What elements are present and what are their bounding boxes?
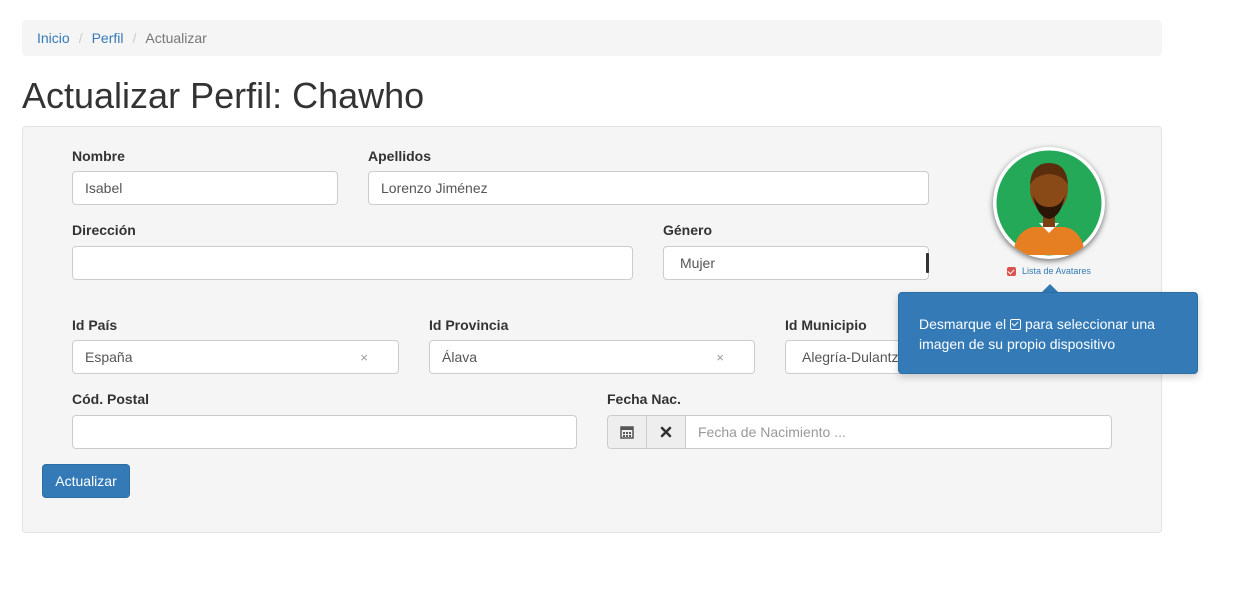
pais-clear-icon[interactable]: × [360, 350, 368, 365]
remove-icon [660, 426, 672, 438]
apellidos-label: Apellidos [368, 148, 432, 164]
pais-select[interactable]: España × [72, 340, 399, 374]
nombre-input[interactable]: Isabel [72, 171, 338, 205]
page-title: Actualizar Perfil: Chawho [22, 75, 425, 116]
avatar-help-popover: Desmarque el para seleccionar una imagen… [898, 292, 1198, 374]
avatar-list-label: Lista de Avatares [1022, 266, 1091, 276]
breadcrumb-link-perfil[interactable]: Perfil [92, 30, 124, 46]
nombre-label: Nombre [72, 148, 125, 164]
postal-input[interactable] [72, 415, 577, 449]
avatar-list-toggle[interactable]: Lista de Avatares [1007, 266, 1091, 276]
fecha-label: Fecha Nac. [607, 391, 681, 407]
provincia-label: Id Provincia [429, 317, 509, 333]
select-caret-icon [926, 253, 929, 273]
nombre-value: Isabel [85, 180, 123, 196]
breadcrumb: Inicio / Perfil / Actualizar [22, 20, 1162, 56]
apellidos-value: Lorenzo Jiménez [381, 180, 488, 196]
clear-date-button[interactable] [646, 415, 686, 449]
avatar-list-checkbox[interactable] [1007, 266, 1016, 276]
popover-text-before: Desmarque el [919, 316, 1007, 332]
provincia-clear-icon[interactable]: × [716, 350, 724, 365]
fecha-input[interactable]: Fecha de Nacimiento ... [685, 415, 1112, 449]
avatar-image [993, 147, 1105, 259]
check-square-icon [1010, 319, 1022, 330]
pais-label: Id País [72, 317, 118, 333]
direccion-label: Dirección [72, 222, 136, 238]
actualizar-button[interactable]: Actualizar [42, 464, 130, 498]
apellidos-input[interactable]: Lorenzo Jiménez [368, 171, 929, 205]
avatar[interactable] [993, 147, 1105, 259]
genero-label: Género [663, 222, 713, 238]
genero-value: Mujer [680, 255, 716, 271]
provincia-value: Álava [442, 349, 478, 365]
municipio-value: Alegría-Dulantzi [802, 349, 902, 365]
genero-select[interactable]: Mujer [663, 246, 929, 280]
calendar-icon [620, 426, 634, 439]
breadcrumb-separator: / [132, 30, 137, 46]
breadcrumb-link-inicio[interactable]: Inicio [37, 30, 70, 46]
direccion-input[interactable] [72, 246, 633, 280]
calendar-button[interactable] [607, 415, 647, 449]
postal-label: Cód. Postal [72, 391, 150, 407]
municipio-label: Id Municipio [785, 317, 867, 333]
breadcrumb-current: Actualizar [145, 30, 207, 46]
provincia-select[interactable]: Álava × [429, 340, 755, 374]
fecha-placeholder: Fecha de Nacimiento ... [698, 424, 846, 440]
pais-value: España [85, 349, 133, 365]
breadcrumb-separator: / [78, 30, 83, 46]
